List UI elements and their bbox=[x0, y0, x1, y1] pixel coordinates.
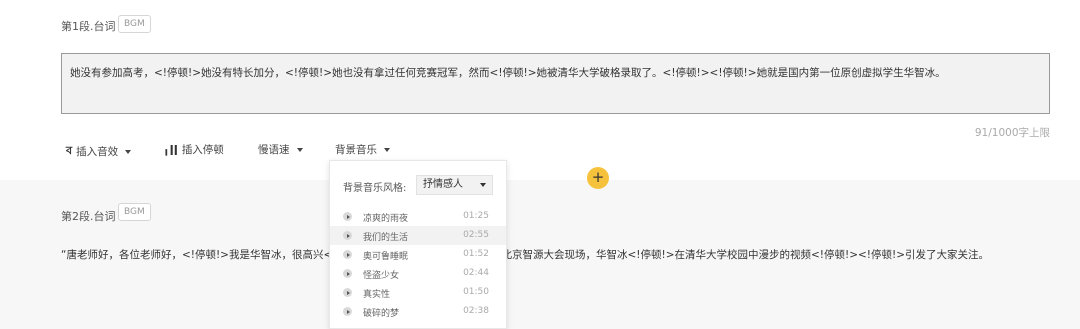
music-track-list: 凉爽的雨夜 01:25 我们的生活 02:55 奥可鲁睡眠 01:52 怪盗少女 02:44 真… bbox=[330, 207, 506, 321]
music-track-duration: 02:38 bbox=[463, 306, 489, 316]
chevron-down-icon bbox=[384, 147, 390, 152]
music-track-item[interactable]: 凉爽的雨夜 01:25 bbox=[330, 207, 506, 226]
music-track-duration: 01:50 bbox=[463, 287, 489, 297]
insert-pause-button[interactable]: ╻ǀǀ 插入停顿 bbox=[163, 142, 224, 157]
play-icon[interactable] bbox=[343, 212, 352, 221]
segment-1-panel: 第1段.台词 BGM 她没有参加高考，<!停顿!>她没有特长加分，<!停顿!>她… bbox=[0, 0, 1080, 180]
segment-2-bgm-badge[interactable]: BGM bbox=[118, 203, 151, 221]
music-track-name: 怪盗少女 bbox=[363, 271, 400, 281]
music-track-duration: 02:55 bbox=[463, 230, 489, 240]
music-track-item[interactable]: 怪盗少女 02:44 bbox=[330, 264, 506, 283]
music-style-value: 抒情感人 bbox=[423, 179, 463, 190]
music-track-item[interactable]: 破碎的梦 02:38 bbox=[330, 302, 506, 321]
play-icon[interactable] bbox=[343, 269, 352, 278]
background-music-label: 背景音乐 bbox=[335, 144, 377, 156]
music-track-name: 我们的生活 bbox=[363, 233, 409, 243]
character-counter: 91/1000字上限 bbox=[974, 127, 1050, 139]
music-track-name: 破碎的梦 bbox=[363, 309, 400, 319]
chevron-down-icon bbox=[296, 147, 303, 152]
segment-1-bgm-badge[interactable]: BGM bbox=[118, 15, 151, 33]
play-icon[interactable] bbox=[343, 288, 352, 297]
play-icon[interactable] bbox=[343, 250, 352, 259]
music-style-select[interactable]: 抒情感人 bbox=[416, 175, 493, 195]
slow-speed-button[interactable]: 慢语速 bbox=[258, 142, 303, 157]
chevron-down-icon bbox=[480, 183, 486, 187]
segment-1-title: 第1段.台词 bbox=[61, 20, 116, 33]
pause-bars-icon: ╻ǀǀ bbox=[163, 143, 178, 156]
music-track-item[interactable]: 真实性 01:50 bbox=[330, 283, 506, 302]
insert-sound-effect-label: 插入音效 bbox=[76, 146, 119, 158]
background-music-dropdown: 背景音乐风格: 抒情感人 凉爽的雨夜 01:25 我们的生活 02:55 奥可鲁睡眠 01… bbox=[329, 160, 507, 329]
play-icon[interactable] bbox=[343, 307, 352, 316]
slow-speed-label: 慢语速 bbox=[258, 144, 290, 156]
play-icon[interactable] bbox=[343, 231, 352, 240]
insert-pause-label: 插入停顿 bbox=[181, 144, 224, 156]
music-track-name: 奥可鲁睡眠 bbox=[363, 252, 409, 262]
sound-effect-icon: ব bbox=[66, 144, 73, 157]
segment-2-title: 第2段.台词 bbox=[61, 210, 116, 223]
segment-2-script-text[interactable]: “唐老师好，各位老师好，<!停顿!>我是华智冰，很高兴<!停顿!>在刚刚闭幕不久… bbox=[61, 246, 1050, 265]
music-track-name: 真实性 bbox=[363, 290, 391, 300]
music-track-duration: 01:52 bbox=[463, 249, 489, 259]
insert-sound-effect-button[interactable]: ব 插入音效 bbox=[66, 142, 132, 161]
add-segment-button[interactable]: + bbox=[587, 167, 609, 189]
music-track-duration: 01:25 bbox=[463, 211, 489, 221]
music-style-label: 背景音乐风格: bbox=[343, 183, 407, 194]
music-track-name: 凉爽的雨夜 bbox=[363, 214, 409, 224]
music-track-item[interactable]: 奥可鲁睡眠 01:52 bbox=[330, 245, 506, 264]
chevron-down-icon bbox=[125, 149, 132, 154]
music-track-duration: 02:44 bbox=[463, 268, 489, 278]
music-track-item[interactable]: 我们的生活 02:55 bbox=[330, 226, 506, 245]
background-music-button[interactable]: 背景音乐 bbox=[335, 142, 390, 157]
segment-1-script-editor[interactable]: 她没有参加高考，<!停顿!>她没有特长加分，<!停顿!>她也没有拿过任何竞赛冠军… bbox=[61, 53, 1050, 114]
